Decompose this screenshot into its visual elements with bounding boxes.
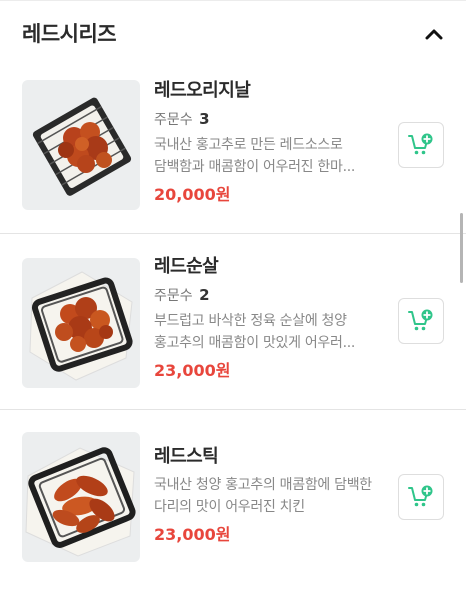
add-to-cart-icon (408, 133, 433, 155)
order-count-value: 3 (199, 110, 210, 128)
order-count: 주문수 3 (154, 110, 210, 128)
menu-item-photo (22, 432, 140, 562)
add-to-cart-button[interactable] (398, 298, 444, 344)
order-count: 주문수 2 (154, 286, 210, 304)
menu-item[interactable]: 레드순살 주문수 2 부드럽고 바삭한 정육 순살에 청양 홍고추의 매콤함이 … (0, 234, 466, 410)
add-to-cart-icon (408, 309, 433, 331)
menu-item-name: 레드순살 (154, 256, 219, 277)
menu-item-price: 23,000원 (154, 525, 231, 544)
menu-item-photo (22, 80, 140, 210)
chevron-up-icon (425, 29, 443, 40)
add-to-cart-icon (408, 485, 433, 507)
add-to-cart-button[interactable] (398, 474, 444, 520)
menu-item[interactable]: 레드스틱 국내산 청양 홍고추의 매콤함에 담백한 다리의 맛이 어우러진 치킨… (0, 410, 466, 592)
menu-item-name: 레드스틱 (154, 446, 219, 467)
menu-item-description: 국내산 청양 홍고추의 매콤함에 담백한 다리의 맛이 어우러진 치킨 (154, 477, 372, 515)
add-to-cart-button[interactable] (398, 122, 444, 168)
scrollbar[interactable] (460, 213, 463, 283)
menu-item-name: 레드오리지날 (154, 80, 251, 101)
order-count-value: 2 (199, 286, 210, 304)
menu-item-price: 23,000원 (154, 361, 231, 380)
menu-list: 레드오리지날 주문수 3 국내산 홍고추로 만든 레드소스로 담백함과 매콤함이… (0, 66, 466, 592)
section-title: 레드시리즈 (22, 22, 117, 46)
menu-item-price: 20,000원 (154, 185, 231, 204)
collapse-button[interactable] (420, 20, 448, 48)
section-header[interactable]: 레드시리즈 (0, 0, 466, 66)
menu-item[interactable]: 레드오리지날 주문수 3 국내산 홍고추로 만든 레드소스로 담백함과 매콤함이… (0, 66, 466, 234)
menu-item-description: 부드럽고 바삭한 정육 순살에 청양 홍고추의 매콤함이 맛있게 어우러... (154, 313, 356, 351)
menu-item-photo (22, 258, 140, 388)
menu-item-description: 국내산 홍고추로 만든 레드소스로 담백함과 매콤함이 어우러진 한마... (154, 137, 356, 175)
